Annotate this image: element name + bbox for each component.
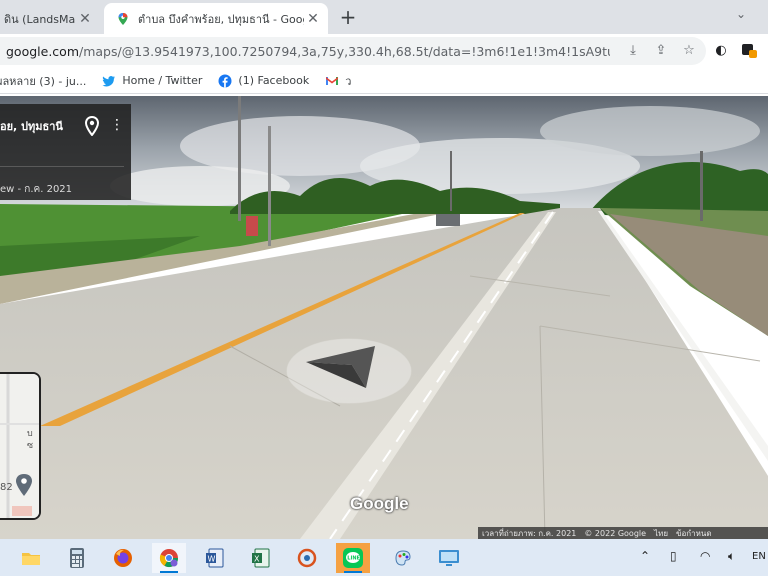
tab-title: ตำบล บึงคำพร้อย, ปทุมธานี - Google [138,12,304,26]
svg-text:82: 82 [0,482,13,493]
bookmark-facebook[interactable]: (1) Facebook [218,74,309,88]
chevron-down-icon[interactable]: ⌄ [736,7,746,21]
url-host: google.com [6,43,79,59]
capture-date-footer: เวลาที่ถ่ายภาพ: ก.ค. 2021 [482,528,577,538]
bookmark-label: (1) Facebook [238,74,310,87]
extension-icon[interactable]: ◐ [712,41,730,61]
street-view-info-card: อย, ปทุมธานี ⋮ ew - ก.ค. 2021 [0,104,131,200]
share-icon[interactable]: ⇪ [652,41,670,61]
bookmark-twitter[interactable]: Home / Twitter [102,74,202,88]
twitter-icon [102,74,116,88]
tab-strip: ดิน (LandsMaps ✕ ตำบล บึงคำพร้อย, ปทุมธา… [0,0,768,34]
file-explorer-icon[interactable] [14,543,48,573]
usb-icon[interactable]: ▯ [670,549,677,563]
line-icon[interactable]: LINE [336,543,370,573]
calculator-icon[interactable] [60,543,94,573]
bookmark-label: ว [345,74,352,88]
network-icon[interactable]: ◠ [700,549,710,563]
facebook-icon [218,74,232,88]
remote-icon[interactable] [432,543,466,573]
map-pin-icon[interactable] [84,115,100,137]
word-icon[interactable]: W [198,543,232,573]
new-tab-button[interactable]: + [336,6,360,30]
svg-text:บ: บ [27,429,33,439]
chrome-icon[interactable] [152,543,186,573]
minimap-graphic: บ ซ 82 [0,374,39,518]
close-icon[interactable]: ✕ [76,11,94,27]
tab-title: ดิน (LandsMaps [4,12,76,26]
close-icon[interactable]: ✕ [304,11,322,27]
taskbar: W X LINE ⌃ ▯ ◠ 🔈︎ EN [0,539,768,576]
excel-icon[interactable]: X [244,543,278,573]
language-link[interactable]: ไทย [654,527,668,539]
volume-icon[interactable]: 🔈︎ [728,549,735,564]
svg-text:W: W [208,555,216,564]
language-indicator[interactable]: EN [752,551,766,562]
firefox-icon[interactable] [106,543,140,573]
copyright: © 2022 Google [584,528,647,538]
url-path: /maps/@13.9541973,100.7250794,3a,75y,330… [79,43,610,59]
more-options-icon[interactable]: ⋮ [110,118,124,132]
divider [0,166,124,167]
svg-text:X: X [254,555,260,564]
map-footer: เวลาที่ถ่ายภาพ: ก.ค. 2021 © 2022 Google … [478,527,768,539]
chevron-up-icon[interactable]: ⌃ [640,549,650,563]
terms-link[interactable]: ข้อกำหนด [676,527,712,539]
bookmark-star-icon[interactable]: ☆ [680,41,698,61]
tab-landsmaps[interactable]: ดิน (LandsMaps ✕ [0,3,100,34]
minimap[interactable]: บ ซ 82 [0,372,41,520]
bookmark-item[interactable]: ผลหลาย (3) - ju... [0,72,86,90]
bookmark-label: Home / Twitter [122,74,203,87]
url-text[interactable]: google.com/maps/@13.9541973,100.7250794,… [6,44,610,59]
svg-text:LINE: LINE [347,556,360,562]
app-icon[interactable] [290,543,324,573]
gmail-icon [325,74,339,88]
address-bar[interactable]: google.com/maps/@13.9541973,100.7250794,… [0,37,706,65]
capture-date: ew - ก.ค. 2021 [0,184,73,195]
location-title: อย, ปทุมธานี [0,120,63,133]
svg-text:ซ: ซ [27,441,33,451]
browser-toolbar: google.com/maps/@13.9541973,100.7250794,… [0,34,768,68]
google-maps-icon [116,12,130,26]
tab-google-maps[interactable]: ตำบล บึงคำพร้อย, ปทุมธานี - Google ✕ [104,3,328,34]
bookmarks-bar: ผลหลาย (3) - ju... Home / Twitter (1) Fa… [0,68,768,94]
paint-icon[interactable] [386,543,420,573]
bookmark-label: ผลหลาย (3) - ju... [0,74,87,88]
google-logo: Google [350,494,409,513]
install-app-icon[interactable]: ⤓ [624,41,642,61]
bookmark-gmail[interactable]: ว [325,72,351,90]
extension-badge-icon[interactable] [740,41,758,61]
